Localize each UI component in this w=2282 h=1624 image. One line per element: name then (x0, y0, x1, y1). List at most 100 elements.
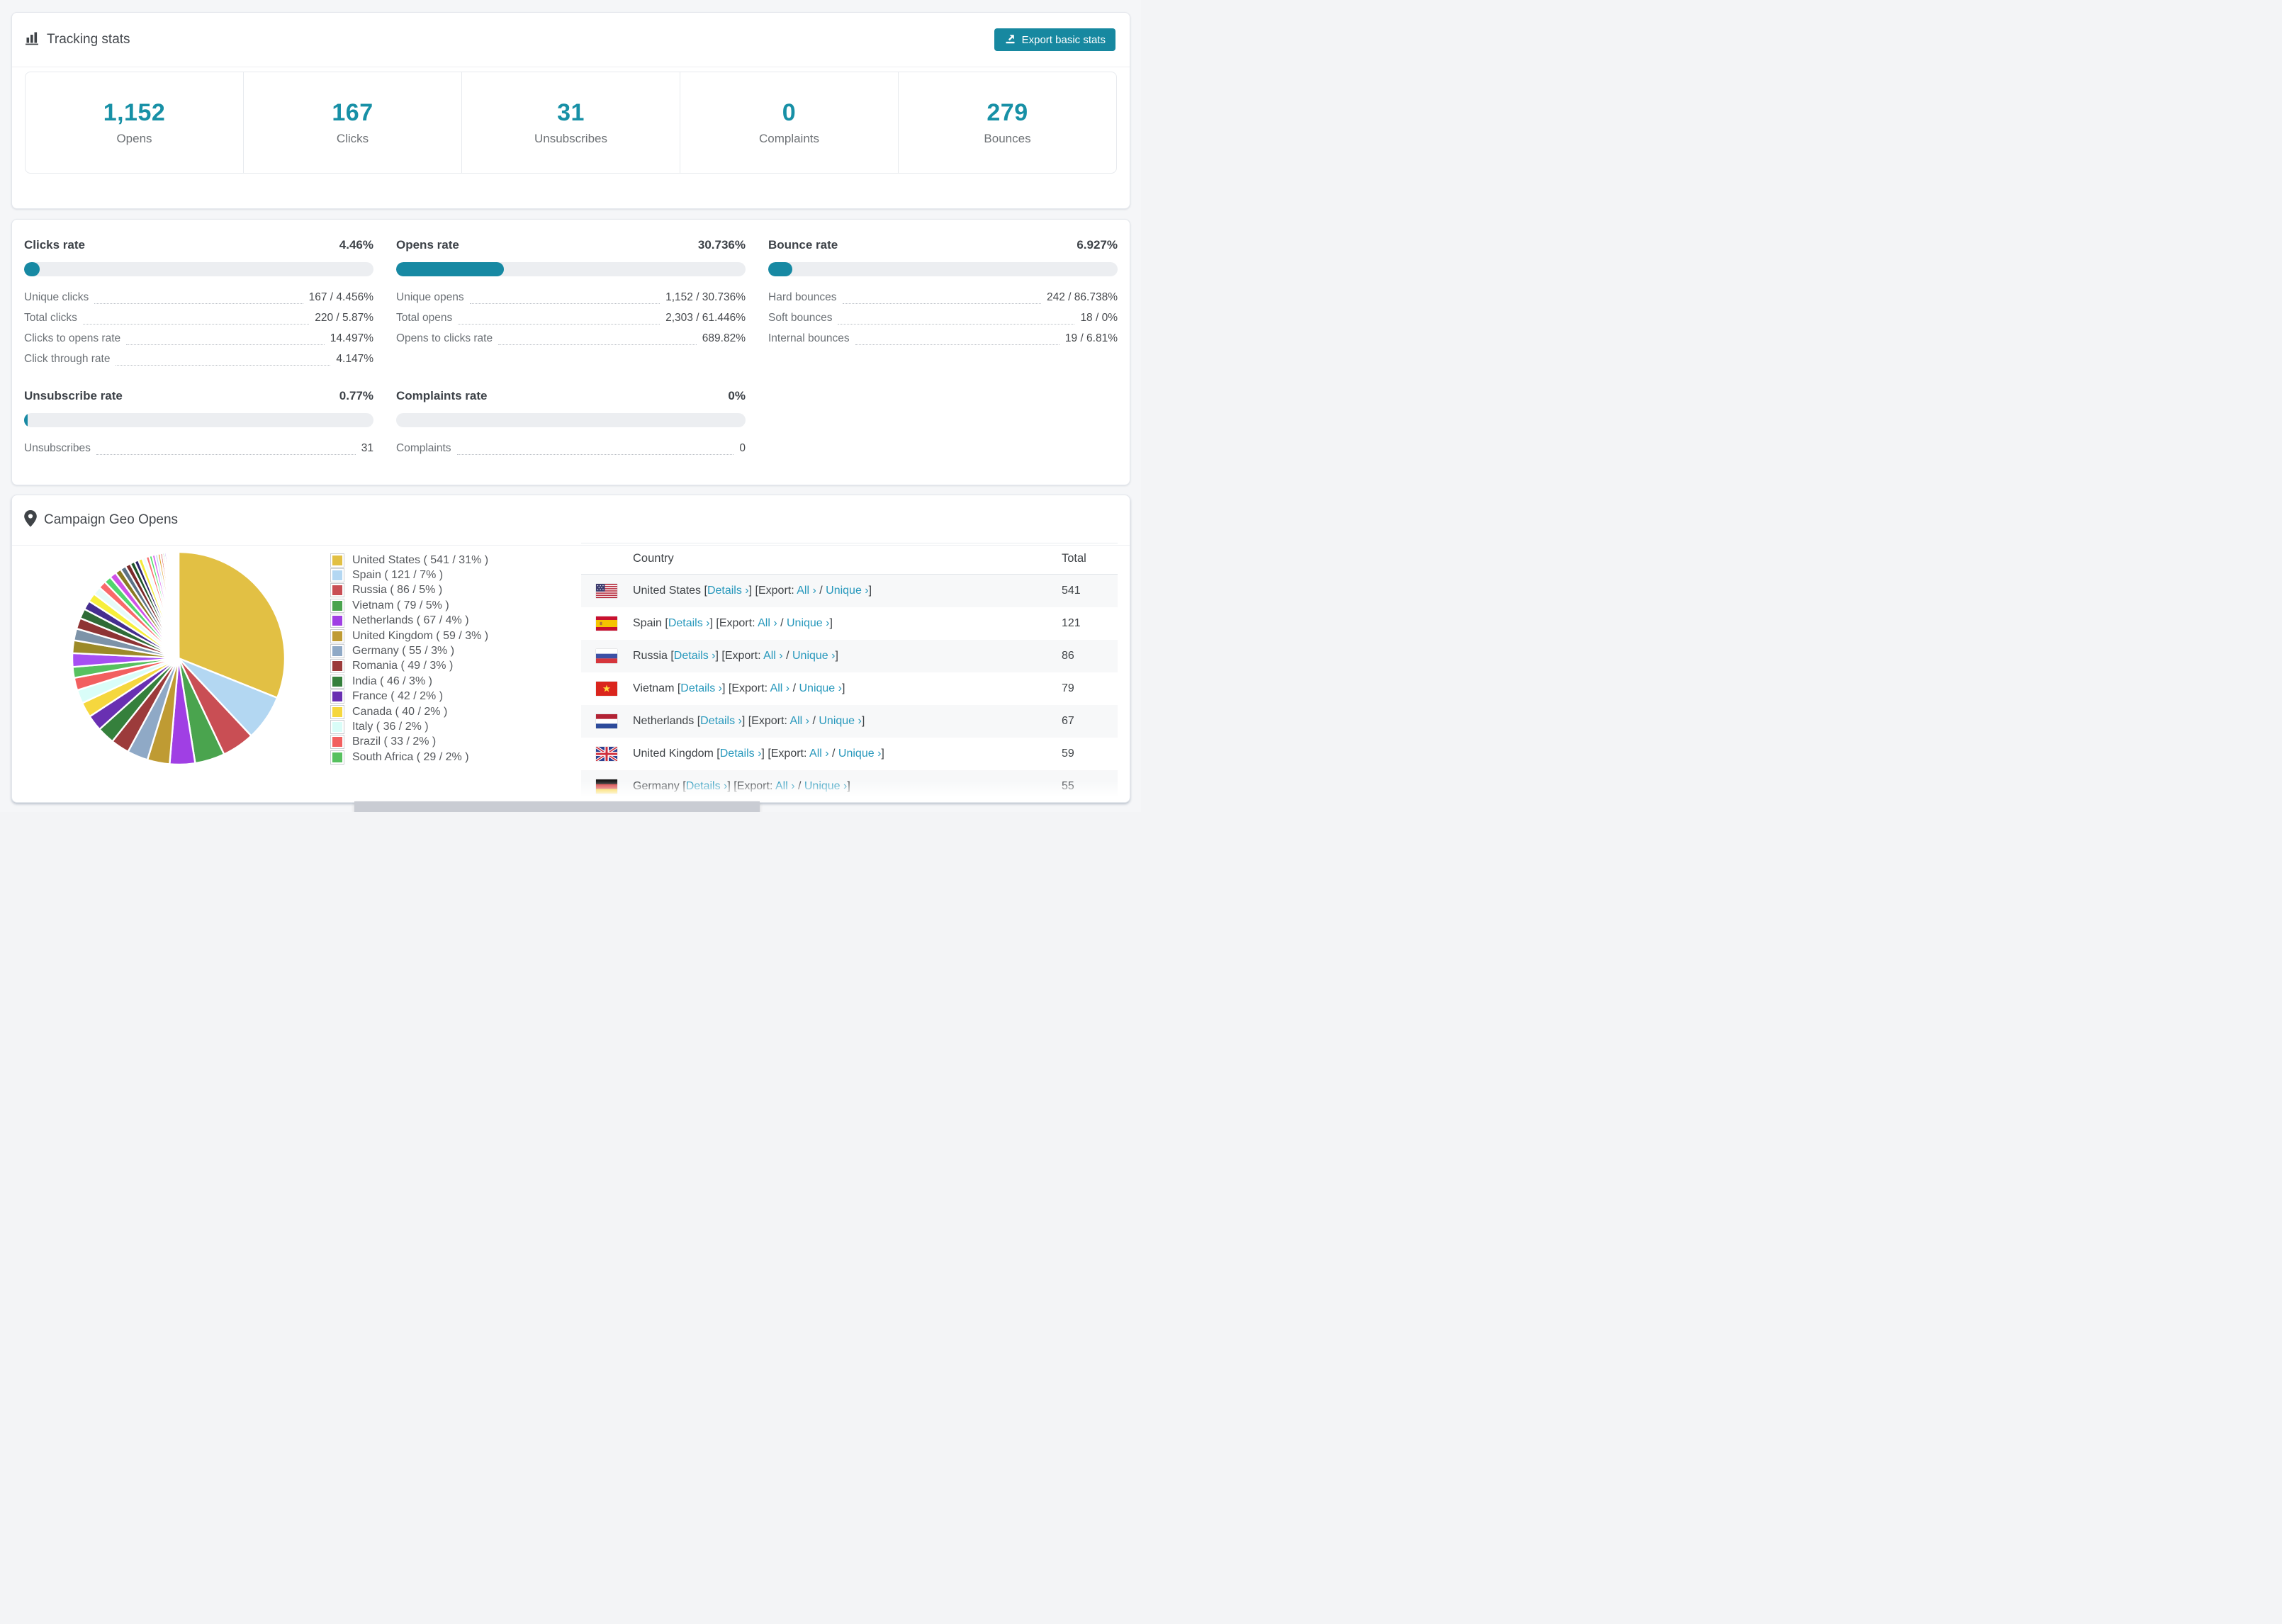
export-all-link[interactable]: All › (809, 748, 829, 760)
country-cell: Germany [Details ›] [Export: All › / Uni… (633, 780, 850, 793)
legend-swatch-icon (330, 674, 344, 689)
map-pin-icon (24, 509, 37, 531)
legend-item[interactable]: Italy ( 36 / 2% ) (330, 719, 488, 734)
total-cell: 55 (1062, 780, 1074, 792)
rate-section: Clicks rate 4.46% Unique clicks 167 / 4.456… (24, 238, 373, 369)
legend-item[interactable]: United States ( 541 / 31% ) (330, 553, 488, 568)
bar-chart-icon (24, 30, 40, 50)
country-name: Vietnam [ (633, 682, 681, 694)
stat-label: Clicks (336, 132, 369, 145)
export-unique-link[interactable]: Unique › (799, 682, 841, 694)
table-row: Germany [Details ›] [Export: All › / Uni… (581, 770, 1118, 802)
legend-label: Netherlands ( 67 / 4% ) (352, 614, 469, 627)
dotted-leader (82, 308, 310, 325)
progress-bar (24, 262, 373, 276)
rate-row-value: 19 / 6.81% (1064, 332, 1118, 344)
rate-row-value: 689.82% (702, 332, 746, 344)
slash-separator: / (816, 585, 826, 597)
total-cell: 86 (1062, 650, 1074, 662)
country-cell: United Kingdom [Details ›] [Export: All … (633, 748, 884, 760)
country-cell: Spain [Details ›] [Export: All › / Uniqu… (633, 617, 833, 630)
legend-swatch-icon (330, 553, 344, 568)
rate-row-label: Internal bounces (768, 332, 850, 344)
export-all-link[interactable]: All › (775, 780, 795, 792)
rate-row-value: 1,152 / 30.736% (665, 291, 746, 303)
total-cell: 67 (1062, 715, 1074, 727)
legend-swatch-icon (330, 598, 344, 613)
legend-label: India ( 46 / 3% ) (352, 675, 432, 687)
legend-item[interactable]: Germany ( 55 / 3% ) (330, 643, 488, 659)
rate-section: Complaints rate 0% Complaints 0 (396, 389, 746, 458)
rate-title: Clicks rate (24, 238, 85, 252)
legend-item[interactable]: Spain ( 121 / 7% ) (330, 568, 488, 583)
rate-row: Total opens 2,303 / 61.446% (396, 308, 746, 328)
dotted-leader (842, 287, 1042, 304)
export-basic-stats-button[interactable]: Export basic stats (994, 28, 1115, 51)
legend-item[interactable]: Canada ( 40 / 2% ) (330, 704, 488, 719)
export-all-link[interactable]: All › (770, 682, 790, 694)
export-unique-link[interactable]: Unique › (804, 780, 847, 792)
export-all-link[interactable]: All › (797, 585, 816, 597)
details-link[interactable]: Details › (668, 617, 710, 629)
rate-row-value: 167 / 4.456% (308, 291, 373, 303)
rate-row: Soft bounces 18 / 0% (768, 308, 1118, 328)
legend-item[interactable]: Russia ( 86 / 5% ) (330, 583, 488, 598)
stat-value: 167 (332, 99, 373, 126)
pie-slice[interactable] (177, 551, 180, 660)
rate-rows: Hard bounces 242 / 86.738% Soft bounces 18 … (768, 287, 1118, 349)
country-name: United States [ (633, 585, 707, 597)
export-all-link[interactable]: All › (789, 715, 809, 727)
details-link[interactable]: Details › (686, 780, 728, 792)
legend-item[interactable]: Vietnam ( 79 / 5% ) (330, 598, 488, 613)
legend-label: Russia ( 86 / 5% ) (352, 584, 443, 597)
legend-item[interactable]: Netherlands ( 67 / 4% ) (330, 614, 488, 628)
details-link[interactable]: Details › (720, 748, 762, 760)
details-link[interactable]: Details › (680, 682, 722, 694)
progress-bar-fill (768, 262, 793, 276)
dotted-leader (498, 328, 697, 345)
horizontal-scrollbar-thumb[interactable] (354, 801, 760, 812)
export-unique-link[interactable]: Unique › (819, 715, 861, 727)
tracking-stats-card: Tracking stats Export basic stats 1,152 O… (11, 12, 1130, 209)
export-unique-link[interactable]: Unique › (787, 617, 829, 629)
geo-table-body: United States [Details ›] [Export: All ›… (581, 575, 1118, 802)
legend-item[interactable]: Romania ( 49 / 3% ) (330, 659, 488, 674)
export-unique-link[interactable]: Unique › (792, 650, 835, 662)
country-cell: Vietnam [Details ›] [Export: All › / Uni… (633, 682, 845, 695)
rate-value: 0.77% (339, 389, 373, 402)
table-row: Vietnam [Details ›] [Export: All › / Uni… (581, 672, 1118, 705)
progress-bar (396, 413, 746, 427)
export-all-link[interactable]: All › (763, 650, 783, 662)
country-name: Spain [ (633, 617, 668, 629)
summary-stats-row: 1,152 Opens 167 Clicks 31 Unsubscribes 0 Compla… (25, 72, 1117, 174)
legend-item[interactable]: India ( 46 / 3% ) (330, 674, 488, 689)
bracket-close: ] (835, 650, 838, 662)
export-all-link[interactable]: All › (758, 617, 777, 629)
legend-swatch-icon (330, 689, 344, 704)
rate-title: Complaints rate (396, 389, 488, 402)
legend-item[interactable]: Brazil ( 33 / 2% ) (330, 735, 488, 750)
table-row: United States [Details ›] [Export: All ›… (581, 575, 1118, 607)
stat-cell: 1,152 Opens (26, 72, 244, 173)
export-unique-link[interactable]: Unique › (838, 748, 881, 760)
rate-row-label: Click through rate (24, 353, 111, 365)
bracket-close: ] (861, 715, 865, 727)
legend-item[interactable]: France ( 42 / 2% ) (330, 689, 488, 704)
legend-item[interactable]: South Africa ( 29 / 2% ) (330, 750, 488, 765)
details-link[interactable]: Details › (700, 715, 742, 727)
de-flag-icon (596, 779, 617, 794)
export-label: ] [Export: (741, 715, 790, 727)
tracking-stats-header: Tracking stats Export basic stats (12, 13, 1130, 67)
rate-row: Click through rate 4.147% (24, 349, 373, 369)
legend-label: Italy ( 36 / 2% ) (352, 720, 429, 733)
details-link[interactable]: Details › (707, 585, 749, 597)
details-link[interactable]: Details › (674, 650, 716, 662)
stat-value: 279 (987, 99, 1028, 126)
legend-item[interactable]: United Kingdom ( 59 / 3% ) (330, 628, 488, 643)
country-cell: Russia [Details ›] [Export: All › / Uniq… (633, 650, 838, 662)
total-cell: 121 (1062, 617, 1081, 629)
legend-label: Brazil ( 33 / 2% ) (352, 735, 437, 748)
export-unique-link[interactable]: Unique › (826, 585, 868, 597)
page-title: Tracking stats (47, 32, 130, 47)
rate-row-label: Hard bounces (768, 291, 837, 303)
